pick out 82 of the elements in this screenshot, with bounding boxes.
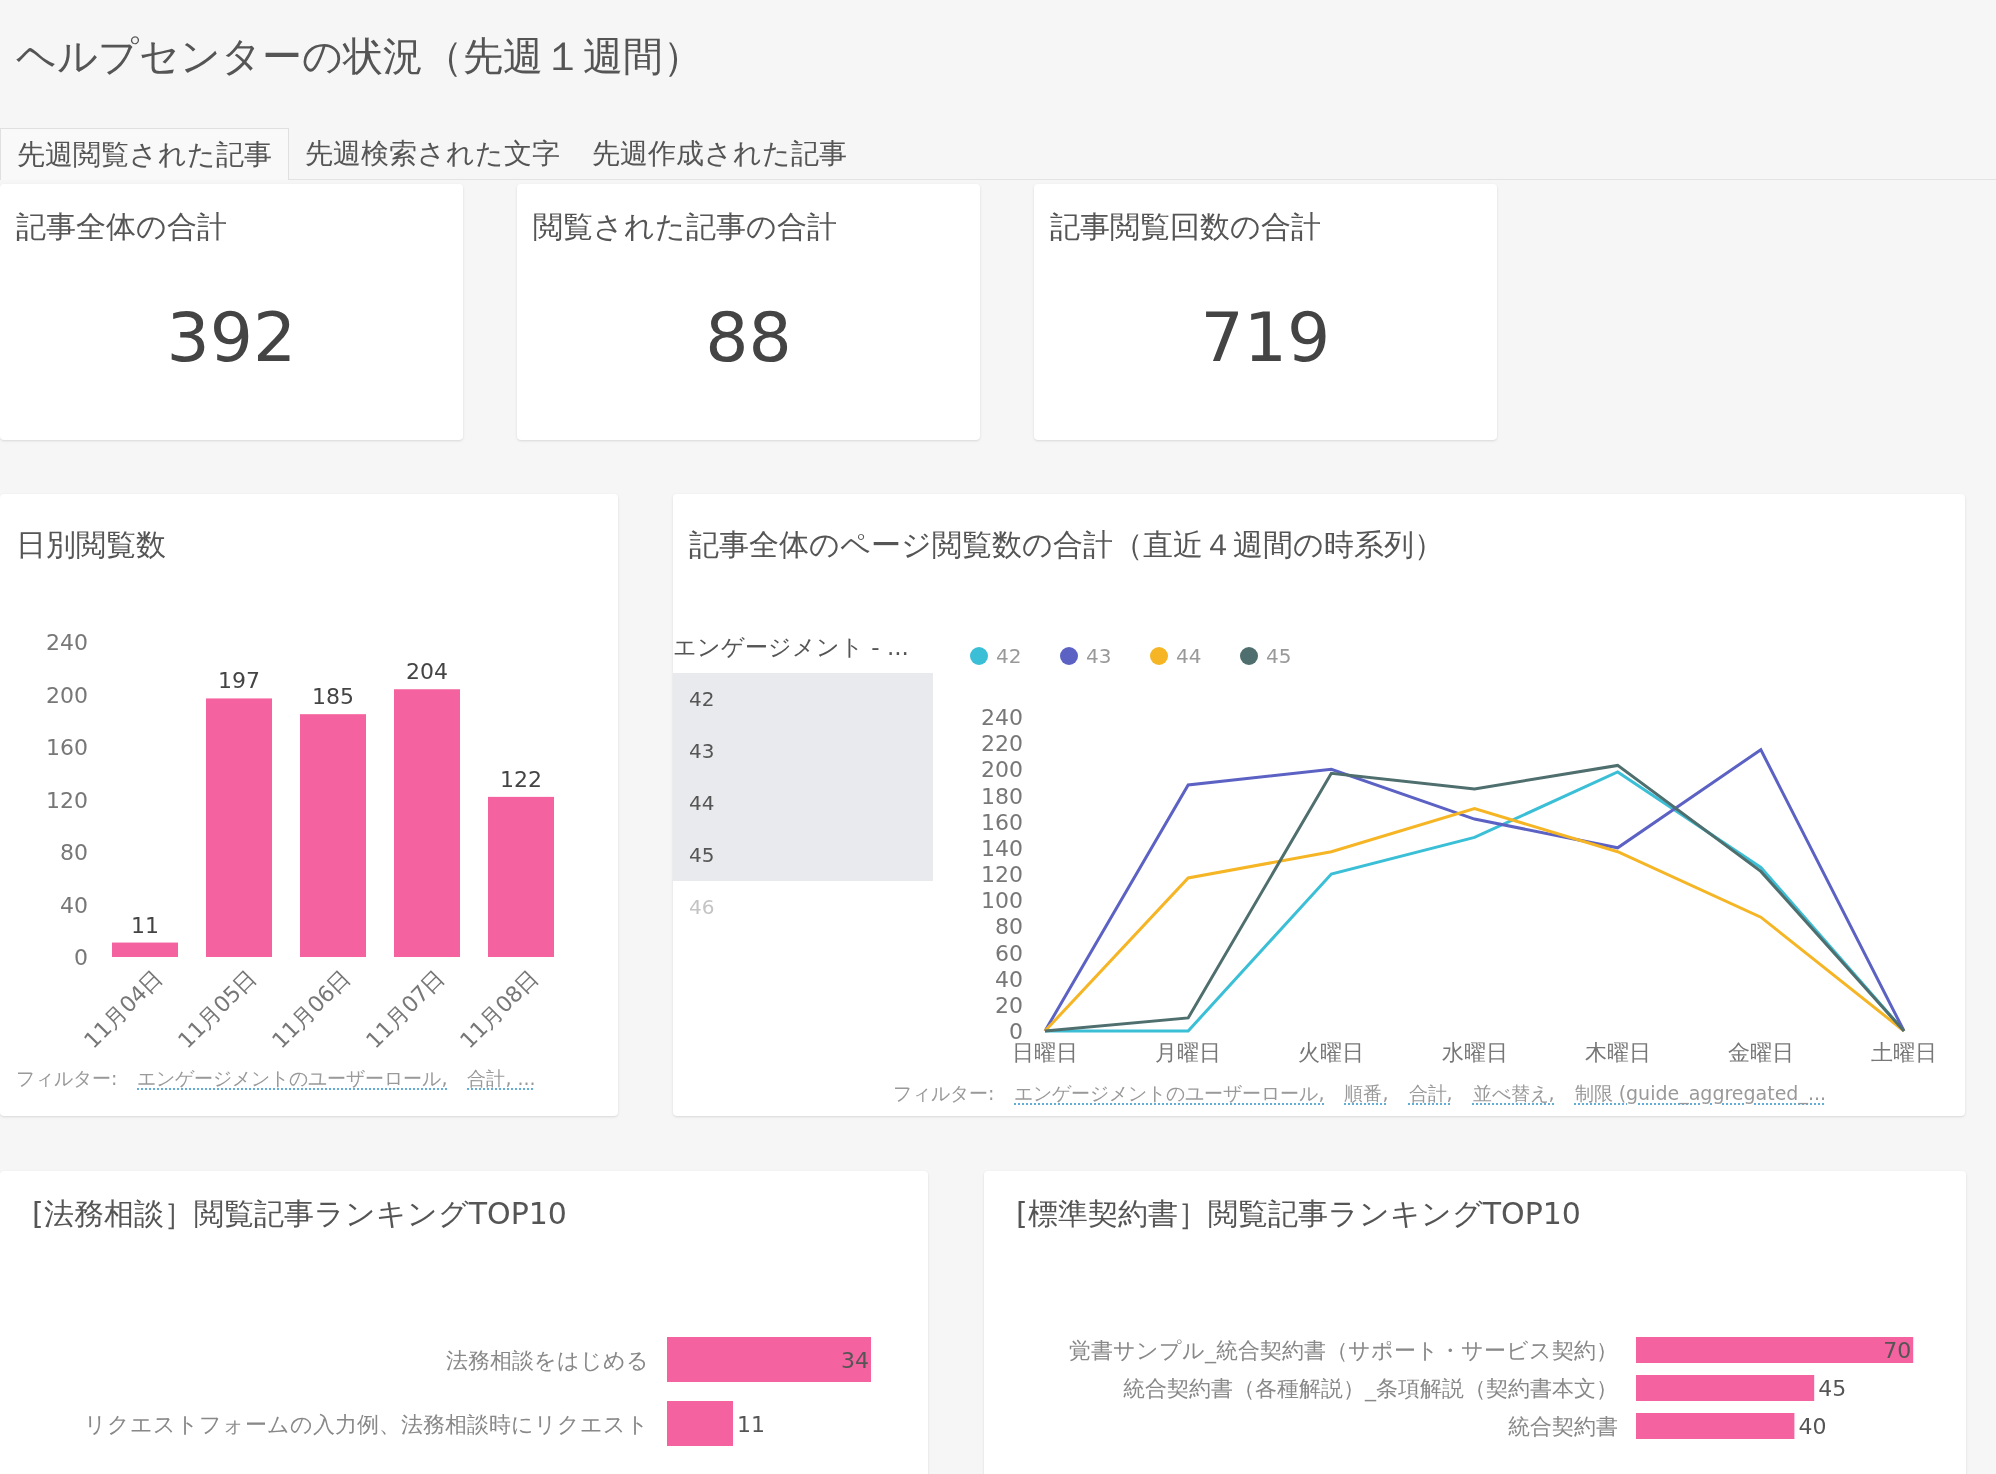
axis-label: 火曜日 xyxy=(1298,1040,1365,1065)
axis-label: 240 xyxy=(981,705,1023,730)
filter-link[interactable]: 並べ替え, xyxy=(1472,1079,1555,1108)
chart-title: 記事全体のページ閲覧数の合計（直近４週間の時系列） xyxy=(689,527,1444,562)
axis-label: 220 xyxy=(981,731,1023,757)
kpi-value: 392 xyxy=(166,304,297,372)
kpi-value: 719 xyxy=(1200,304,1331,372)
filter-link[interactable]: 制限 (guide_aggregated_... xyxy=(1574,1079,1827,1108)
tab[interactable]: 先週作成された記事 xyxy=(576,128,863,179)
axis-label: 80 xyxy=(995,914,1023,940)
chart-title: 日別閲覧数 xyxy=(16,527,166,562)
bar-label: 覚書サンプル_統合契約書（サポート・サービス契約） xyxy=(1069,1338,1618,1363)
filter-label: フィルター: xyxy=(893,1081,995,1106)
bar xyxy=(112,942,178,957)
legend-list-item[interactable]: 45 xyxy=(673,829,933,881)
axis-label: 11月08日 xyxy=(455,964,544,1054)
data-label: 197 xyxy=(218,668,260,694)
axis-label: 100 xyxy=(981,888,1023,914)
legend-item: 43 xyxy=(1060,644,1112,668)
data-label: 122 xyxy=(500,766,542,792)
data-label: 34 xyxy=(841,1347,869,1373)
axis-label: 11月05日 xyxy=(173,964,262,1054)
axis-label: 60 xyxy=(995,940,1023,966)
legend-header: エンゲージメント - ... xyxy=(673,633,910,662)
legend-item: 42 xyxy=(970,644,1022,668)
axis-label: 土曜日 xyxy=(1871,1040,1937,1065)
axis-label: 木曜日 xyxy=(1584,1040,1651,1065)
axis-label: 月曜日 xyxy=(1155,1040,1222,1065)
chart-title: [標準契約書］閲覧記事ランキングTOP10 xyxy=(1015,1195,1582,1229)
kpi-title: 記事全体の合計 xyxy=(15,208,228,242)
data-label: 45 xyxy=(1818,1376,1847,1401)
kpi-value: 88 xyxy=(705,304,792,372)
axis-label: 180 xyxy=(981,783,1023,809)
data-label: 11 xyxy=(737,1411,765,1437)
legend-item: 45 xyxy=(1240,644,1292,668)
bar-label: 法務相談をはじめる xyxy=(446,1347,649,1373)
filter-label: フィルター: xyxy=(16,1066,118,1091)
bar-label: 統合契約書 xyxy=(1508,1414,1618,1439)
filter-link[interactable]: エンゲージメントのユーザーロール, xyxy=(137,1064,448,1093)
legend-label: 45 xyxy=(1266,644,1292,668)
data-label: 70 xyxy=(1883,1338,1912,1363)
data-label: 11 xyxy=(131,912,159,938)
chart-title: [法務相談］閲覧記事ランキングTOP10 xyxy=(31,1195,568,1229)
legend-label: 44 xyxy=(1176,644,1202,668)
axis-label: 120 xyxy=(46,787,88,813)
bar xyxy=(667,1401,733,1446)
axis-label: 240 xyxy=(46,630,88,655)
axis-label: 水曜日 xyxy=(1441,1040,1508,1065)
axis-label: 160 xyxy=(46,735,88,760)
tab[interactable]: 先週閲覧された記事 xyxy=(0,128,289,180)
axis-label: 11月06日 xyxy=(267,964,356,1054)
kpi-title: 閲覧された記事の合計 xyxy=(532,208,838,242)
legend-label: 42 xyxy=(996,644,1022,668)
axis-label: 160 xyxy=(981,809,1023,835)
bar-label: 統合契約書（各種解説）_条項解説（契約書本文） xyxy=(1123,1376,1618,1401)
bar-label: リクエストフォームの入力例、法務相談時にリクエスト xyxy=(84,1411,649,1437)
axis-label: 200 xyxy=(981,757,1023,783)
axis-label: 40 xyxy=(995,966,1023,992)
legend-list-item[interactable]: 42 xyxy=(673,673,933,725)
legend-list-item[interactable]: 46 xyxy=(673,881,933,933)
kpi-title: 記事閲覧回数の合計 xyxy=(1049,208,1322,242)
legend-list-item[interactable]: 44 xyxy=(673,777,933,829)
axis-label: 40 xyxy=(60,892,88,918)
axis-label: 140 xyxy=(981,835,1023,861)
filter-link[interactable]: 合計, xyxy=(1408,1079,1453,1108)
page-title: ヘルプセンターの状況（先週１週間） xyxy=(16,36,704,76)
filter-link[interactable]: 合計, ... xyxy=(467,1064,536,1093)
axis-label: 11月07日 xyxy=(361,964,450,1054)
axis-label: 120 xyxy=(981,862,1023,887)
axis-label: 80 xyxy=(60,840,88,865)
data-label: 204 xyxy=(406,659,448,685)
data-label: 185 xyxy=(312,684,354,710)
legend-list-item[interactable]: 43 xyxy=(673,725,933,777)
axis-label: 20 xyxy=(995,992,1023,1018)
filter-link[interactable]: 順番, xyxy=(1344,1079,1389,1108)
data-label: 40 xyxy=(1798,1414,1827,1439)
tab[interactable]: 先週検索された文字 xyxy=(289,128,576,179)
axis-label: 200 xyxy=(46,682,88,708)
filter-link[interactable]: エンゲージメントのユーザーロール, xyxy=(1014,1079,1325,1108)
axis-label: 金曜日 xyxy=(1727,1040,1794,1065)
legend-label: 43 xyxy=(1086,644,1112,668)
legend-item: 44 xyxy=(1150,644,1202,668)
